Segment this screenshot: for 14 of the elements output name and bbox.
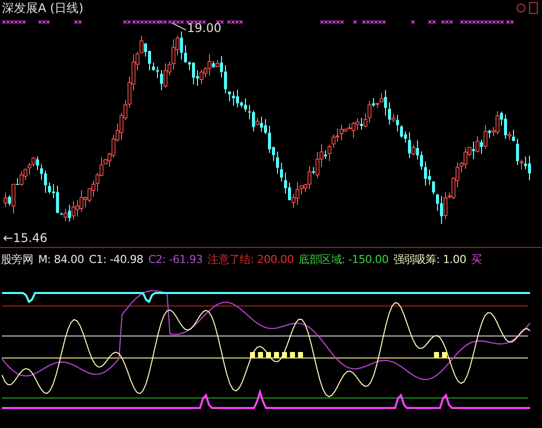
indicator-name: 股旁网 (1, 252, 34, 268)
window-icon[interactable] (529, 2, 538, 14)
circle-icon[interactable] (516, 3, 526, 13)
high-price-label: 19.00 (187, 22, 222, 34)
indicator-value: M: 84.00 (38, 252, 84, 268)
window-title: 深发展A (日线) (2, 2, 84, 14)
indicator-value: C2: -61.93 (148, 252, 203, 268)
indicator-value: 强弱吸筹: 1.00 (393, 252, 466, 268)
low-price-label: ←15.46 (3, 232, 48, 244)
indicator-value: 买 (471, 252, 482, 268)
indicator-value: C1: -40.98 (88, 252, 144, 268)
indicator-value: 注意了结: 200.00 (208, 252, 294, 268)
leader-line (172, 22, 186, 30)
indicator-value: 底部区域: -150.00 (298, 252, 388, 268)
